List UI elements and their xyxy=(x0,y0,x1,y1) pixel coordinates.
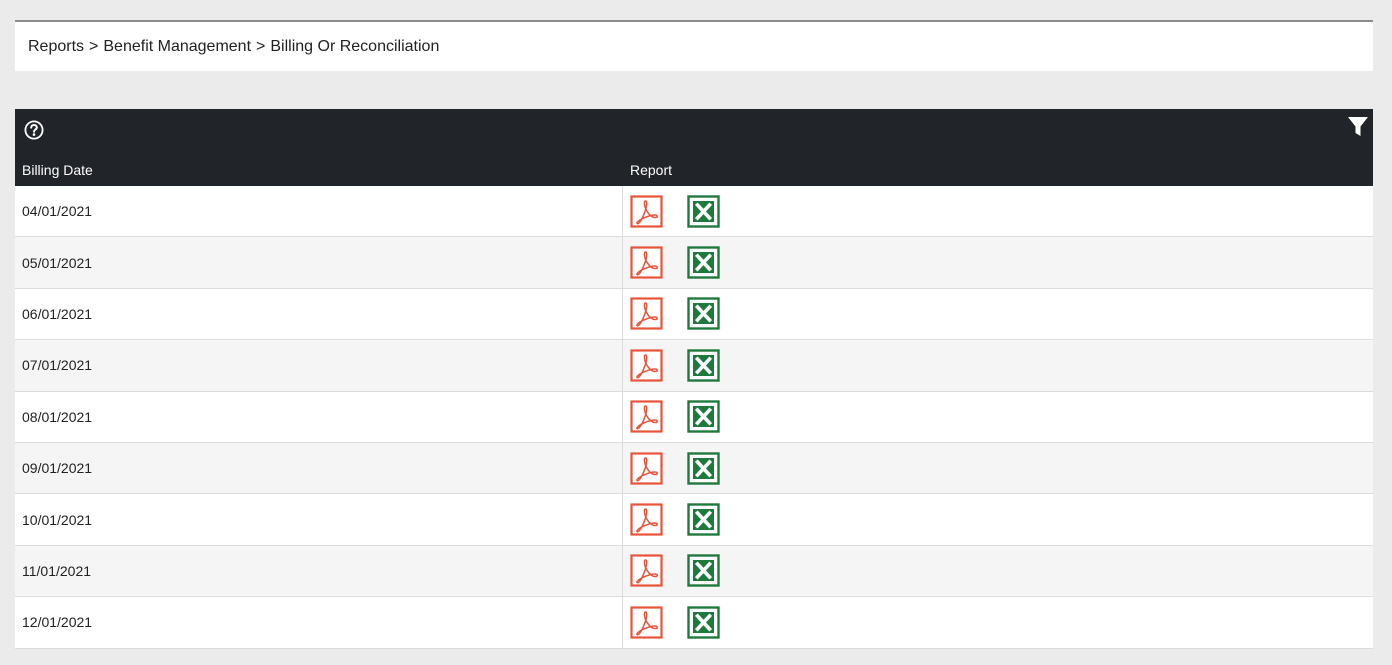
table-toolbar xyxy=(15,109,1373,152)
table-row: 06/01/2021 xyxy=(15,288,1373,341)
pdf-icon[interactable] xyxy=(630,503,663,536)
billing-date-cell: 09/01/2021 xyxy=(15,442,623,494)
report-cell xyxy=(623,597,1373,647)
breadcrumb-separator: > xyxy=(89,38,99,55)
excel-icon[interactable] xyxy=(687,297,720,331)
table-header: Billing Date Report xyxy=(15,152,1373,186)
excel-icon[interactable] xyxy=(687,554,720,588)
report-cell xyxy=(623,443,1373,493)
pdf-icon[interactable] xyxy=(630,195,663,228)
report-cell xyxy=(623,392,1373,442)
table-row: 10/01/2021 xyxy=(15,494,1373,546)
pdf-icon[interactable] xyxy=(630,452,663,485)
pdf-icon[interactable] xyxy=(630,246,663,279)
pdf-icon[interactable] xyxy=(630,349,663,382)
table-row: 09/01/2021 xyxy=(15,442,1373,495)
excel-icon[interactable] xyxy=(687,349,720,382)
excel-icon[interactable] xyxy=(687,246,720,279)
table-row: 05/01/2021 xyxy=(15,237,1373,289)
excel-icon[interactable] xyxy=(687,503,720,536)
excel-icon[interactable] xyxy=(687,606,720,639)
excel-icon[interactable] xyxy=(687,400,720,433)
filter-icon[interactable] xyxy=(1347,116,1369,138)
breadcrumb-separator: > xyxy=(256,38,266,55)
report-cell xyxy=(623,546,1373,596)
breadcrumb: Reports > Benefit Management > Billing Or Re… xyxy=(15,22,1373,71)
billing-date-cell: 10/01/2021 xyxy=(15,494,623,545)
breadcrumb-item-benefit-management[interactable]: Benefit Management xyxy=(103,38,251,55)
report-cell xyxy=(623,186,1373,236)
excel-icon[interactable] xyxy=(687,194,720,228)
help-circle-icon[interactable] xyxy=(24,120,44,140)
report-cell xyxy=(623,340,1373,390)
table-row: 12/01/2021 xyxy=(15,597,1373,649)
pdf-icon[interactable] xyxy=(630,554,663,588)
column-header-billing-date[interactable]: Billing Date xyxy=(15,152,623,178)
billing-date-cell: 06/01/2021 xyxy=(15,288,623,340)
table-row: 11/01/2021 xyxy=(15,545,1373,598)
breadcrumb-item-billing-or-reconciliation: Billing Or Reconciliation xyxy=(270,38,440,55)
pdf-icon[interactable] xyxy=(630,606,663,639)
pdf-icon[interactable] xyxy=(630,400,663,433)
billing-date-cell: 11/01/2021 xyxy=(15,545,623,597)
pdf-icon[interactable] xyxy=(630,297,663,331)
billing-date-cell: 05/01/2021 xyxy=(15,237,623,288)
table-row: 07/01/2021 xyxy=(15,340,1373,392)
report-cell xyxy=(623,494,1373,544)
excel-icon[interactable] xyxy=(687,451,720,485)
billing-panel: Billing Date Report 04/01/2021 05/01/202… xyxy=(15,109,1373,649)
billing-date-cell: 04/01/2021 xyxy=(15,186,623,237)
billing-date-cell: 08/01/2021 xyxy=(15,391,623,442)
table-row: 04/01/2021 xyxy=(15,186,1373,238)
report-cell xyxy=(623,237,1373,287)
table-row: 08/01/2021 xyxy=(15,391,1373,443)
table-body: 04/01/2021 05/01/2021 06/01/2021 07/01/2… xyxy=(15,186,1373,649)
column-header-report: Report xyxy=(630,162,673,178)
billing-date-cell: 07/01/2021 xyxy=(15,340,623,391)
report-cell xyxy=(623,289,1373,339)
billing-date-cell: 12/01/2021 xyxy=(15,597,623,648)
breadcrumb-item-reports[interactable]: Reports xyxy=(28,38,84,55)
